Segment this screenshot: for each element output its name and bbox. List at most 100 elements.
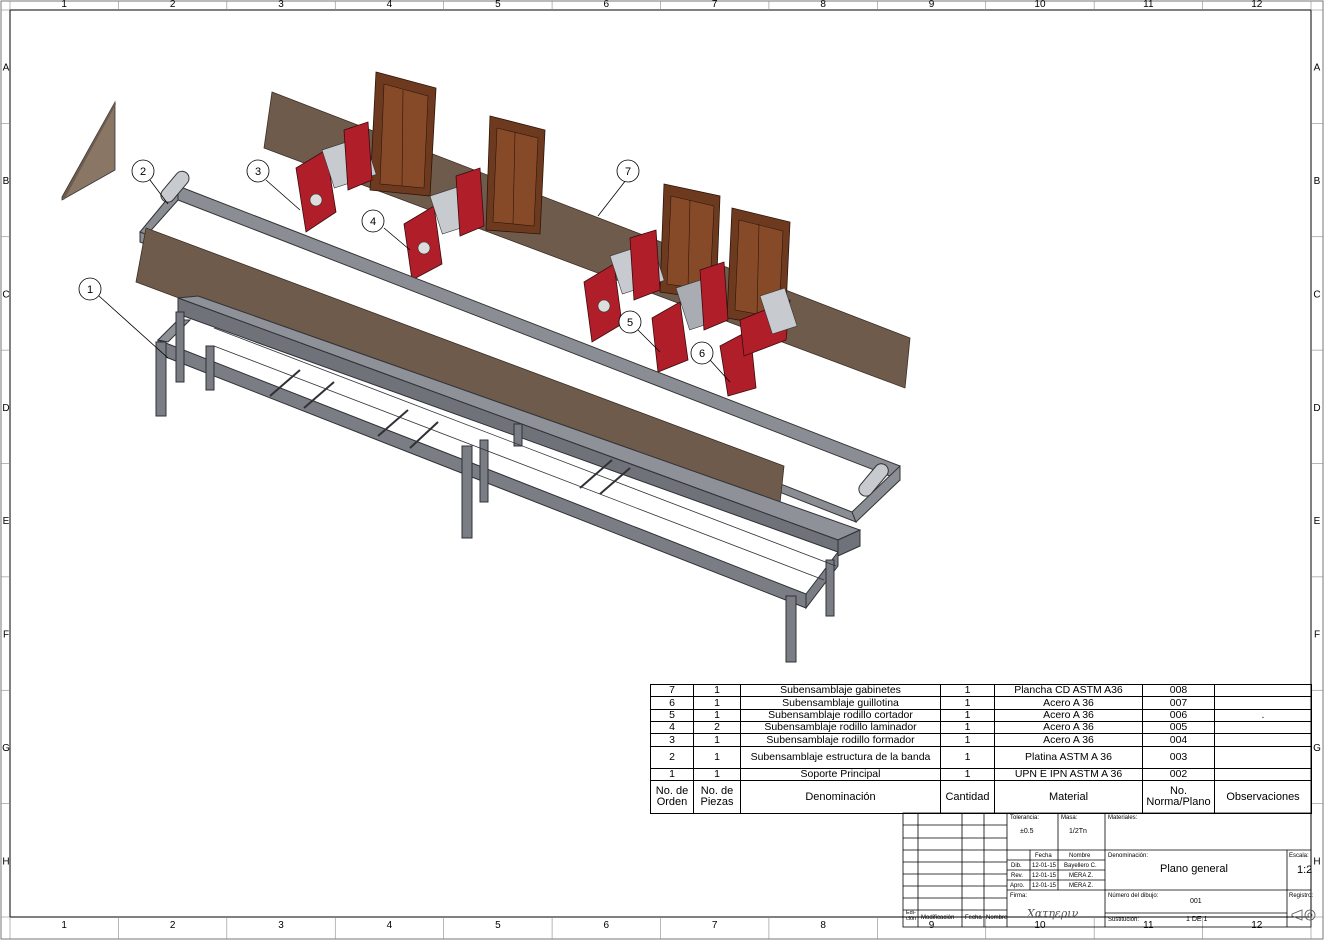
- bom-cell-obs: [1214, 696, 1312, 710]
- row-label: E: [3, 516, 10, 527]
- bom-cell-cantidad: 1: [940, 708, 995, 723]
- row-label: C: [2, 289, 9, 300]
- bom-row: 1 1 Soporte Principal 1 UPN E IPN ASTM A 36 0…: [650, 768, 1312, 782]
- bom-cell-material: Acero A 36: [994, 733, 1143, 747]
- firma-signature: Χατηεριν: [1027, 907, 1079, 920]
- column-label: 1: [61, 0, 67, 10]
- bom-cell-cantidad: 1: [940, 683, 995, 698]
- nombre-label: Nombre: [1069, 853, 1091, 859]
- row-label: F: [3, 630, 9, 641]
- svg-text:4: 4: [370, 216, 376, 228]
- fecha-label: Fecha: [1035, 853, 1052, 859]
- bom-cell-obs: [1214, 768, 1312, 782]
- bom-cell-norma: 006: [1142, 708, 1215, 723]
- bom-cell-piezas: 1: [693, 745, 741, 770]
- column-label: 2: [170, 920, 176, 931]
- row-label: D: [2, 403, 9, 414]
- nombre2-label: Nombre: [986, 915, 1008, 921]
- fecha2-label: Fecha: [965, 915, 982, 921]
- rev-fecha: 12-01-15: [1032, 873, 1057, 879]
- column-label: 6: [604, 920, 610, 931]
- title-block: Tolerancia: ±0.5 Masa: 1/2Tn Materiales:…: [903, 813, 1314, 927]
- bom-cell-orden: 3: [650, 733, 694, 747]
- row-label: G: [2, 743, 10, 754]
- assembly-drawing: [61, 71, 911, 663]
- column-label: 3: [278, 920, 284, 931]
- bom-row: 4 2 Subensamblaje rodillo laminador 1 Acero …: [650, 721, 1312, 735]
- column-label: 1: [61, 920, 67, 931]
- bom-cell-material: UPN E IPN ASTM A 36: [994, 768, 1143, 782]
- bom-cell-orden: 1: [650, 768, 694, 782]
- balloon: 2: [131, 159, 155, 183]
- bom-cell-orden: 2: [650, 745, 694, 770]
- dib-label: Dib.: [1011, 863, 1022, 869]
- materiales-label: Materiales:: [1108, 815, 1138, 821]
- column-label: 10: [1034, 0, 1046, 10]
- bom-cell-obs: [1214, 733, 1312, 747]
- bom-cell-piezas: 1: [693, 708, 741, 723]
- column-label: 8: [820, 0, 826, 10]
- svg-text:3: 3: [255, 166, 261, 178]
- edicion-label: Edi-ción: [906, 910, 917, 922]
- bom-cell-norma: 003: [1142, 745, 1215, 770]
- row-label: D: [1313, 403, 1320, 414]
- drawing-title: Plano general: [1160, 863, 1228, 875]
- column-label: 7: [712, 0, 718, 10]
- bom-cell-piezas: 1: [693, 683, 741, 698]
- column-label: 4: [387, 920, 393, 931]
- row-label: C: [1313, 289, 1320, 300]
- bom-header-obs: Observaciones: [1214, 780, 1312, 814]
- bom-cell-material: Acero A 36: [994, 696, 1143, 710]
- bom-cell-material: Platina ASTM A 36: [994, 745, 1143, 770]
- modificacion-label: Modificación: [921, 915, 955, 921]
- bom-cell-cantidad: 1: [940, 696, 995, 710]
- bom-cell-denominacion: Subensamblaje rodillo formador: [740, 733, 941, 747]
- column-label: 6: [604, 0, 610, 10]
- sustitucion-label: Sustitución:: [1108, 917, 1140, 923]
- bom-row: 2 1 Subensamblaje estructura de la banda 1 P…: [650, 745, 1312, 770]
- tolerancia-value: ±0.5: [1020, 828, 1034, 835]
- bom-row: 7 1 Subensamblaje gabinetes 1 Plancha CD AST…: [650, 683, 1312, 698]
- bom-cell-denominacion: Subensamblaje estructura de la banda: [740, 745, 941, 770]
- rev-label: Rev.: [1011, 873, 1023, 879]
- bom-cell-denominacion: Soporte Principal: [740, 768, 941, 782]
- column-label: 3: [278, 0, 284, 10]
- column-label: 5: [495, 0, 501, 10]
- svg-text:5: 5: [627, 317, 633, 329]
- balloon: 7: [616, 159, 640, 183]
- registro-label: Registro:: [1289, 893, 1314, 899]
- row-label: H: [1313, 856, 1320, 867]
- svg-text:1: 1: [87, 284, 93, 296]
- svg-text:6: 6: [699, 348, 705, 360]
- bom-row: 6 1 Subensamblaje guillotina 1 Acero A 36 007: [650, 696, 1312, 710]
- column-label: 8: [820, 920, 826, 931]
- column-label: 2: [170, 0, 176, 10]
- bom-cell-norma: 008: [1142, 683, 1215, 698]
- column-label: 4: [387, 0, 393, 10]
- column-label: 5: [495, 920, 501, 931]
- balloon: 3: [246, 159, 270, 183]
- row-label: B: [3, 176, 10, 187]
- balloon: 4: [361, 209, 385, 233]
- denominacion-label: Denominación:: [1108, 853, 1149, 859]
- row-label: A: [3, 63, 10, 74]
- bom-cell-cantidad: 1: [940, 721, 995, 735]
- bom-cell-piezas: 2: [693, 721, 741, 735]
- bom-cell-norma: 007: [1142, 696, 1215, 710]
- bom-cell-denominacion: Subensamblaje gabinetes: [740, 683, 941, 698]
- row-label: F: [1314, 630, 1320, 641]
- bom-cell-orden: 7: [650, 683, 694, 698]
- svg-text:2: 2: [140, 166, 146, 178]
- bom-cell-denominacion: Subensamblaje rodillo laminador: [740, 721, 941, 735]
- bom-cell-material: Acero A 36: [994, 708, 1143, 723]
- bom-header-row: No. de Orden No. de Piezas Denominación Can…: [650, 780, 1312, 814]
- bom-cell-norma: 005: [1142, 721, 1215, 735]
- bom-cell-cantidad: 1: [940, 768, 995, 782]
- escala-label: Escala:: [1289, 853, 1309, 859]
- bom-cell-material: Plancha CD ASTM A36: [994, 683, 1143, 698]
- bom-cell-norma: 004: [1142, 733, 1215, 747]
- bom-cell-material: Acero A 36: [994, 721, 1143, 735]
- row-label: H: [2, 856, 9, 867]
- balloon: 6: [690, 341, 714, 365]
- apro-nombre: MERA Z.: [1069, 883, 1094, 889]
